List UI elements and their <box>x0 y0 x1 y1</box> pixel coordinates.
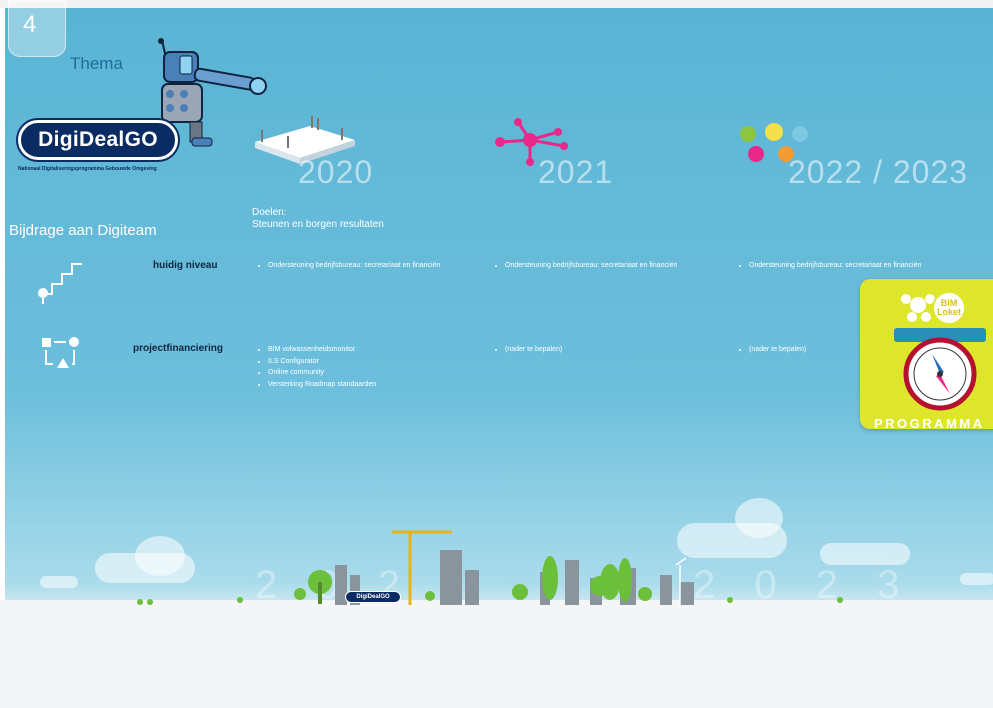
year-2020: 2020 <box>298 154 374 190</box>
page-number: 4 <box>8 0 66 57</box>
section-title: Bijdrage aan Digiteam <box>9 222 157 239</box>
list-item: Ondersteuning bedrijfsbureau: secretaria… <box>505 260 677 272</box>
list-item: Ondersteuning bedrijfsbureau: secretaria… <box>749 260 921 272</box>
cell-huidig-2022: Ondersteuning bedrijfsbureau: secretaria… <box>735 260 921 272</box>
row-label-projectfinanciering: projectfinanciering <box>133 343 224 354</box>
cloud <box>40 576 78 588</box>
bim-loket-label: BIM Loket <box>936 298 961 317</box>
top-bar <box>0 0 993 8</box>
cell-project-2020: BIM volwassenheidsmonitor ILS Configurat… <box>254 344 376 390</box>
list-item: ILS Configurator <box>268 356 376 368</box>
list-item: BIM volwassenheidsmonitor <box>268 344 376 356</box>
cell-project-2021: (nader te bepalen) <box>491 344 562 356</box>
doelen-label: Doelen: <box>252 207 287 218</box>
row-label-huidig-niveau: huidig niveau <box>153 260 218 271</box>
year-2021: 2021 <box>538 154 614 190</box>
doelen-block: Doelen: Steunen en borgen resultaten <box>252 207 384 231</box>
list-item: Versterking Roadmap standaarden <box>268 379 376 391</box>
city-skyline-icon <box>137 530 843 605</box>
flow-icon <box>42 337 79 368</box>
list-item: (nader te bepalen) <box>749 344 806 356</box>
cell-huidig-2021: Ondersteuning bedrijfsbureau: secretaria… <box>491 260 677 272</box>
ground <box>0 600 993 708</box>
bim-loket-badge: BIM Loket <box>932 291 966 325</box>
list-item: Online community <box>268 367 376 379</box>
logo-subtitle: Nationaal Digitaliseringsprogramma Gebou… <box>18 166 157 172</box>
logo-text: DigiDeal <box>38 128 125 151</box>
cell-project-2022: (nader te bepalen) <box>735 344 806 356</box>
logo-go: GO <box>124 128 158 151</box>
year-2022-2023: 2022 / 2023 <box>788 154 969 190</box>
programma-label: PROGRAMMA <box>874 416 985 431</box>
list-item: Ondersteuning bedrijfsbureau: secretaria… <box>268 260 440 272</box>
cell-huidig-2020: Ondersteuning bedrijfsbureau: secretaria… <box>254 260 440 272</box>
thema-label: Thema <box>70 54 123 73</box>
cloud <box>960 573 993 585</box>
footer-logo: DigiDealGO <box>345 591 401 603</box>
list-item: (nader te bepalen) <box>505 344 562 356</box>
puzzle-icon <box>901 294 935 322</box>
digidealgo-logo: DigiDeal GO <box>18 120 178 160</box>
stairs-icon <box>38 263 82 304</box>
compass-icon <box>894 328 986 411</box>
doelen-text: Steunen en borgen resultaten <box>252 219 384 230</box>
